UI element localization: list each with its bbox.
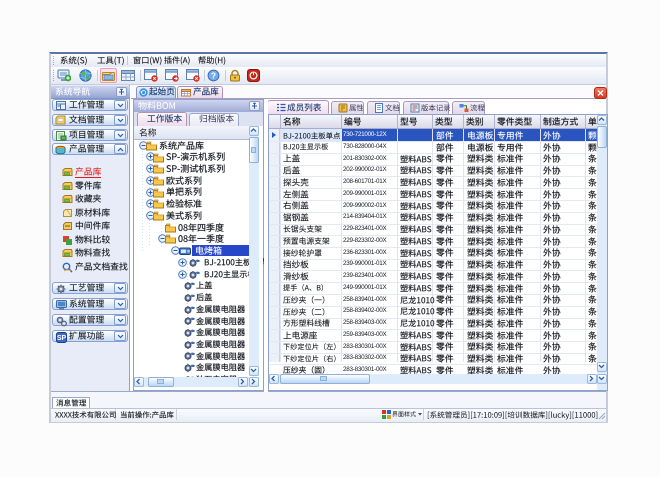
- svg-text:?: ?: [211, 71, 216, 81]
- svg-text:SP: SP: [57, 335, 67, 342]
